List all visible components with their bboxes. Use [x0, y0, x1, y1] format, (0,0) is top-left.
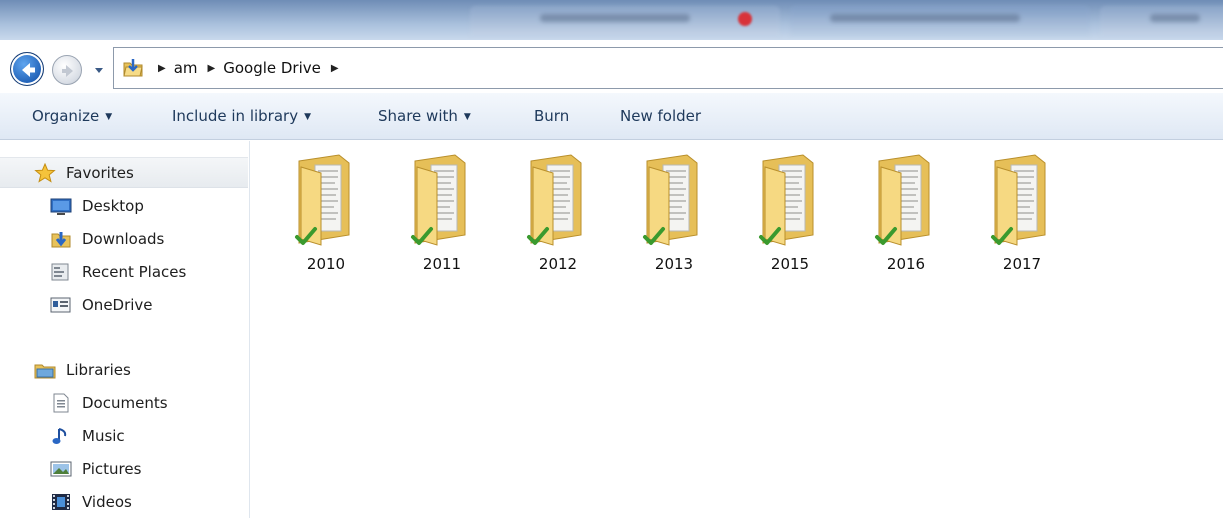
pictures-icon: [50, 461, 72, 476]
synced-folder-icon: [411, 154, 466, 246]
synced-folder-icon: [759, 154, 814, 246]
folder-item[interactable]: 2015: [735, 151, 835, 286]
desktop-icon: [50, 198, 72, 215]
sidebar-item-label: Videos: [82, 492, 132, 511]
include-in-library-label: Include in library: [172, 107, 299, 125]
breadcrumb-item-am[interactable]: am: [174, 59, 198, 77]
synced-folder-icon: [295, 154, 350, 246]
command-bar: Organize ▼ Include in library ▼ Share with…: [0, 92, 1223, 140]
blurred-text: [540, 14, 690, 22]
organize-menu[interactable]: Organize ▼: [32, 107, 112, 125]
folder-name: 2010: [306, 255, 346, 273]
recent-places-icon: [51, 263, 69, 280]
sidebar-item-label: Downloads: [82, 229, 165, 248]
burn-button[interactable]: Burn: [534, 107, 569, 125]
folder-item[interactable]: 2011: [387, 151, 487, 286]
blurred-text: [1150, 14, 1200, 22]
sidebar-item-documents[interactable]: Documents: [0, 387, 248, 418]
folder-name: 2013: [654, 255, 694, 273]
synced-folder-icon: [875, 154, 930, 246]
folder-location-icon: [122, 57, 144, 79]
sidebar-item-favorites[interactable]: Favorites: [0, 157, 248, 188]
folder-name: 2016: [886, 255, 926, 273]
star-icon: [34, 162, 56, 183]
background-window-tabs: [0, 0, 1223, 40]
libraries-icon: [34, 364, 56, 378]
sidebar-item-desktop[interactable]: Desktop: [0, 190, 248, 221]
sidebar-item-pictures[interactable]: Pictures: [0, 453, 248, 484]
file-list: 2010 2011 2012 2013 2015 2016 2017: [251, 141, 1223, 518]
back-button[interactable]: [10, 52, 44, 86]
blurred-text: [830, 14, 1020, 22]
folder-item[interactable]: 2017: [967, 151, 1067, 286]
burn-label: Burn: [534, 107, 570, 125]
sidebar-item-recent-places[interactable]: Recent Places: [0, 256, 248, 287]
folder-name: 2015: [770, 255, 810, 273]
synced-folder-icon: [991, 154, 1046, 246]
breadcrumb-separator-icon[interactable]: ▶: [158, 63, 166, 74]
chevron-down-icon: ▼: [304, 112, 311, 122]
folder-name: 2011: [422, 255, 462, 273]
blurred-record-icon: [738, 12, 752, 26]
share-with-label: Share with: [378, 107, 458, 125]
folder-name: 2012: [538, 255, 578, 273]
synced-folder-icon: [527, 154, 582, 246]
forward-arrow-icon: [62, 65, 73, 77]
sidebar-item-label: Documents: [82, 393, 168, 412]
recent-pages-dropdown[interactable]: [93, 64, 105, 76]
chevron-down-icon: ▼: [105, 112, 113, 122]
include-in-library-menu[interactable]: Include in library ▼: [172, 107, 311, 125]
chevron-down-icon: ▼: [463, 112, 471, 122]
breadcrumb-separator-icon[interactable]: ▶: [331, 63, 339, 74]
breadcrumb-item-google-drive[interactable]: Google Drive: [223, 59, 321, 77]
downloads-icon: [51, 231, 71, 247]
navigation-bar: ▶ am ▶ Google Drive ▶: [0, 40, 1223, 92]
sidebar-item-label: Pictures: [82, 459, 142, 478]
music-icon: [52, 427, 67, 444]
videos-icon: [52, 493, 70, 510]
folder-name: 2017: [1002, 255, 1042, 273]
sidebar-item-label: OneDrive: [82, 295, 153, 314]
organize-label: Organize: [32, 107, 100, 125]
folder-item[interactable]: 2010: [271, 151, 371, 286]
sidebar-item-videos[interactable]: Videos: [0, 486, 248, 517]
sidebar-item-onedrive[interactable]: OneDrive: [0, 289, 248, 320]
sidebar-item-libraries[interactable]: Libraries: [0, 354, 248, 385]
folder-item[interactable]: 2016: [851, 151, 951, 286]
address-bar[interactable]: ▶ am ▶ Google Drive ▶: [113, 47, 1223, 89]
sidebar-item-downloads[interactable]: Downloads: [0, 223, 248, 254]
share-with-menu[interactable]: Share with ▼: [378, 107, 471, 125]
sidebar-item-label: Favorites: [66, 163, 134, 182]
back-arrow-icon: [22, 63, 35, 77]
new-folder-label: New folder: [620, 107, 702, 125]
sidebar-item-label: Desktop: [82, 196, 144, 215]
navigation-pane: Favorites Desktop Downloads Recent Place…: [0, 141, 250, 518]
forward-button[interactable]: [52, 55, 82, 85]
folder-item[interactable]: 2013: [619, 151, 719, 286]
onedrive-icon: [50, 297, 71, 312]
folder-item[interactable]: 2012: [503, 151, 603, 286]
sidebar-item-label: Libraries: [66, 360, 131, 379]
synced-folder-icon: [643, 154, 698, 246]
sidebar-item-label: Recent Places: [82, 262, 187, 281]
breadcrumb-separator-icon[interactable]: ▶: [208, 63, 216, 74]
sidebar-item-music[interactable]: Music: [0, 420, 248, 451]
new-folder-button[interactable]: New folder: [620, 107, 701, 125]
sidebar-item-label: Music: [82, 426, 125, 445]
documents-icon: [53, 393, 69, 412]
